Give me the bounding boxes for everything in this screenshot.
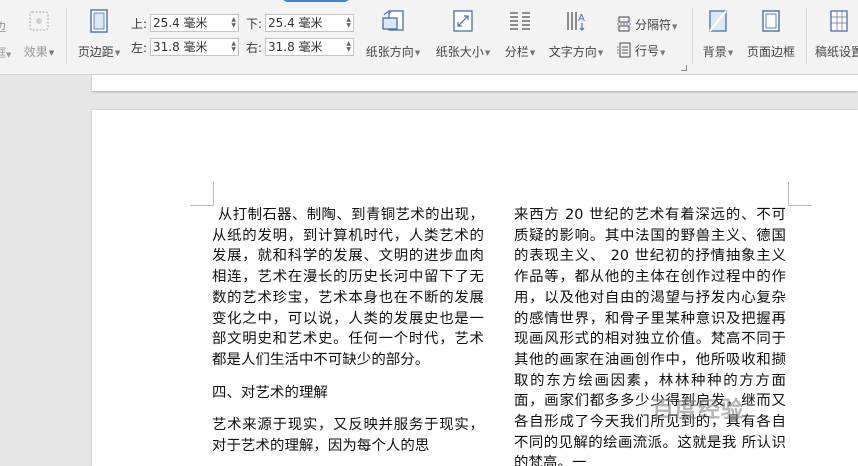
separator (66, 8, 67, 64)
margin-top-value: 25.4 毫米 (153, 16, 208, 30)
section-heading: 四、对艺术的理解 (212, 384, 328, 401)
break-icon (617, 16, 631, 32)
active-tab-indicator (282, 0, 350, 2)
orientation-icon (382, 10, 404, 31)
margins-icon (90, 9, 108, 33)
crop-mark-top-right (788, 182, 812, 206)
manuscript-icon (830, 10, 848, 32)
background-label: 背景 (702, 45, 727, 59)
margin-right-input[interactable]: 31.8 毫米 ▲ ▼ (265, 38, 354, 56)
margin-left-input[interactable]: 31.8 毫米 ▲ ▼ (150, 38, 239, 56)
columns-label: 分栏 (504, 45, 529, 59)
manuscript-button[interactable]: 稿纸设置 (812, 8, 858, 59)
page-setup-dialog-launcher[interactable] (681, 65, 687, 71)
text-direction-icon: A (567, 12, 585, 31)
margins-button[interactable]: 页边距▼ (76, 8, 122, 60)
margin-bottom-label: 下: (246, 17, 263, 31)
columns-icon (510, 12, 530, 30)
paragraph: 从打制石器、制陶、到青铜艺术的出现，从纸的发明，到计算机时代，人类艺术的发展，就… (212, 207, 484, 368)
margin-bottom-value: 25.4 毫米 (268, 16, 323, 30)
page-border-icon (762, 10, 780, 32)
separator (692, 8, 693, 64)
margin-right-value: 31.8 毫米 (268, 40, 323, 54)
background-button[interactable]: 背景▼ (700, 8, 736, 60)
watermark-logo: 百度经验 (652, 392, 812, 428)
margin-top-input[interactable]: 25.4 毫米 ▲ ▼ (150, 14, 239, 32)
line-number-label: 行号 (635, 44, 660, 58)
columns-button[interactable]: 分栏▼ (502, 8, 538, 60)
manuscript-label: 稿纸设置 (814, 45, 858, 59)
orientation-button[interactable]: 纸张方向▼ (364, 8, 422, 60)
break-label: 分隔符 (635, 18, 672, 32)
spin-down-icon[interactable]: ▼ (346, 23, 351, 29)
line-number-icon (617, 42, 631, 58)
margin-right-label: 右: (246, 41, 263, 55)
margins-label: 页边距 (77, 45, 114, 59)
spin-down-icon[interactable]: ▼ (231, 23, 236, 29)
orientation-label: 纸张方向 (365, 45, 414, 59)
margin-left-value: 31.8 毫米 (153, 40, 208, 54)
effects-label: 效果 (23, 45, 48, 59)
spin-down-icon[interactable]: ▼ (346, 47, 351, 53)
margin-bottom-input[interactable]: 25.4 毫米 ▲ ▼ (265, 14, 354, 32)
background-icon (709, 10, 727, 32)
line-number-button[interactable]: 行号▼ (616, 42, 665, 61)
svg-text:A: A (578, 13, 585, 24)
border-label-partial-2: 框▼ (0, 44, 11, 61)
ribbon-toolbar: 边 框▼ 效果▼ 页边距▼ 上: 25.4 毫米 ▲ ▼ 下: 25.4 毫米 ▲… (0, 0, 858, 75)
previous-page-bottom (92, 75, 858, 91)
paper-size-label: 纸张大小 (435, 45, 484, 59)
border-button-partial[interactable]: 边 (0, 18, 6, 35)
page-border-label: 页面边框 (746, 45, 795, 59)
effects-icon (29, 11, 49, 31)
page-border-button[interactable]: 页面边框 (744, 8, 798, 59)
crop-mark-top-left (190, 182, 214, 206)
paper-size-icon (453, 10, 473, 32)
effects-button[interactable]: 效果▼ (22, 8, 56, 60)
text-direction-button[interactable]: A 文字方向▼ (547, 8, 605, 60)
text-column-left[interactable]: 从打制石器、制陶、到青铜艺术的出现，从纸的发明，到计算机时代，人类艺术的发展，就… (212, 205, 484, 466)
text-direction-label: 文字方向 (548, 45, 597, 59)
margin-left-label: 左: (131, 41, 148, 55)
paragraph: 艺术来源于现实，又反映并服务于现实，对于艺术的理解，因为每个人的思 (212, 417, 484, 455)
border-label-partial: 边 (0, 20, 7, 34)
paper-size-button[interactable]: 纸张大小▼ (434, 8, 492, 60)
margin-top-label: 上: (131, 17, 148, 31)
separator (806, 8, 807, 64)
spin-down-icon[interactable]: ▼ (231, 47, 236, 53)
watermark-text: 百度经验 (652, 398, 745, 423)
break-button[interactable]: 分隔符▼ (616, 16, 677, 35)
